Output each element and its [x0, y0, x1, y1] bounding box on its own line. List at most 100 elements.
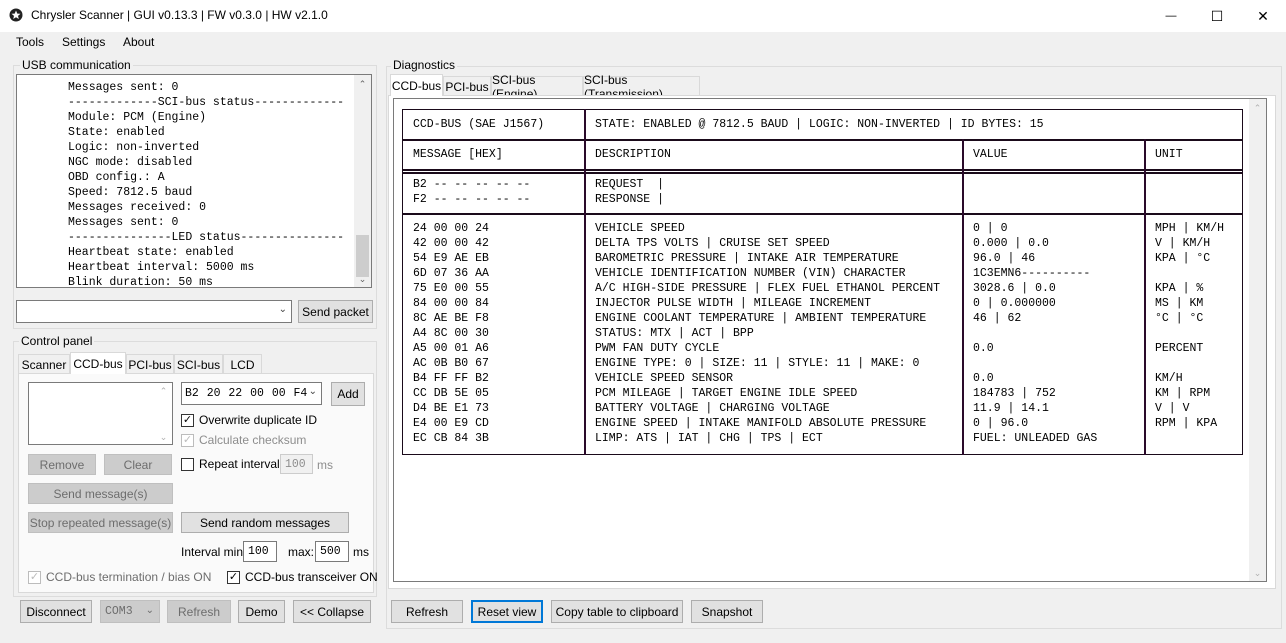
send-random-button[interactable]: Send random messages [181, 512, 349, 533]
scroll-up-icon[interactable]: ⌃ [155, 386, 172, 397]
interval-max-label: max: [288, 545, 315, 559]
tab-diag-ccd-bus[interactable]: CCD-bus [390, 74, 443, 96]
scroll-down-icon[interactable]: ⌄ [354, 274, 371, 285]
tab-sci-bus[interactable]: SCI-bus [174, 354, 223, 374]
table-row-message: 42 00 00 42 [413, 237, 489, 250]
calculate-checksum-row: ✓ Calculate checksum [181, 433, 306, 447]
stop-repeated-button[interactable]: Stop repeated message(s) [28, 512, 173, 533]
send-messages-button[interactable]: Send message(s) [28, 483, 173, 504]
usb-log-scrollbar[interactable]: ⌃ ⌄ [354, 75, 371, 287]
table-row-description: A/C HIGH-SIDE PRESSURE | FLEX FUEL ETHAN… [595, 282, 941, 295]
termination-label: CCD-bus termination / bias ON [46, 570, 212, 584]
calculate-checksum-checkbox[interactable]: ✓ [181, 433, 194, 447]
tab-lcd[interactable]: LCD [223, 354, 262, 374]
message-combo[interactable]: B2 20 22 00 00 F4 ⌄ [181, 382, 322, 405]
com-port-combo[interactable]: COM3 ⌄ [100, 600, 160, 623]
tab-ccd-bus[interactable]: CCD-bus [70, 352, 126, 374]
log-line: OBD config.: A [68, 171, 165, 184]
repeat-interval-checkbox[interactable] [181, 457, 194, 471]
tab-scanner[interactable]: Scanner [18, 354, 70, 374]
table-row-value: 0.0 [973, 372, 994, 385]
table-row-unit: V | KM/H [1155, 237, 1211, 250]
table-row-message: 6D 07 36 AA [413, 267, 489, 280]
packet-input-combo[interactable]: ⌄ [16, 300, 292, 323]
table-row-unit: KM | RPM [1155, 387, 1211, 400]
log-line: Blink duration: 50 ms [68, 276, 213, 288]
diagnostics-scrollbar[interactable]: ⌃ ⌄ [1249, 99, 1266, 581]
log-line: NGC mode: disabled [68, 156, 193, 169]
calculate-checksum-label: Calculate checksum [199, 433, 307, 447]
menu-about[interactable]: About [123, 35, 154, 49]
table-row-value: 96.0 | 46 [973, 252, 1036, 265]
table-row-unit: KM/H [1155, 372, 1183, 385]
table-row-unit: °C | °C [1155, 312, 1204, 325]
table-row-value: FUEL: UNLEADED GAS [973, 432, 1098, 445]
menu-bar [0, 32, 1286, 54]
maximize-button[interactable]: ☐ [1194, 0, 1240, 32]
interval-min-input[interactable]: 100 [243, 541, 277, 562]
collapse-button[interactable]: << Collapse [293, 600, 371, 623]
table-divider [962, 139, 964, 455]
menu-settings[interactable]: Settings [62, 35, 105, 49]
scrollbar-thumb[interactable] [356, 235, 369, 277]
table-row-unit: RPM | KPA [1155, 417, 1218, 430]
table-row-unit: PERCENT [1155, 342, 1204, 355]
com-port-value: COM3 [105, 605, 133, 618]
table-row-value: 0.0 [973, 342, 994, 355]
chevron-down-icon: ⌄ [145, 605, 154, 616]
diagnostics-table-view[interactable]: CCD-BUS (SAE J1567) STATE: ENABLED @ 781… [393, 98, 1267, 582]
termination-checkbox[interactable]: ✓ [28, 570, 41, 584]
diag-refresh-button[interactable]: Refresh [391, 600, 463, 623]
repeat-interval-row: Repeat interval: [181, 457, 283, 471]
table-row-value: 11.9 | 14.1 [973, 402, 1049, 415]
bus-state: STATE: ENABLED @ 7812.5 BAUD | LOGIC: NO… [595, 118, 1044, 131]
tab-diag-sci-transmission[interactable]: SCI-bus (Transmission) [583, 73, 700, 101]
snapshot-button[interactable]: Snapshot [691, 600, 763, 623]
header-value: VALUE [973, 148, 1008, 161]
table-row-value: 184783 | 752 [973, 387, 1056, 400]
request-row-message: F2 -- -- -- -- -- [413, 193, 531, 206]
control-panel-label: Control panel [19, 334, 95, 348]
message-list[interactable]: ⌃ ⌄ [28, 382, 173, 445]
repeat-interval-input[interactable]: 100 [280, 454, 313, 474]
scroll-up-icon[interactable]: ⌃ [1249, 103, 1266, 114]
table-row-description: PCM MILEAGE | TARGET ENGINE IDLE SPEED [595, 387, 858, 400]
tab-pci-bus[interactable]: PCI-bus [126, 354, 174, 374]
table-row-message: 24 00 00 24 [413, 222, 489, 235]
table-divider [402, 172, 1243, 174]
log-line: Speed: 7812.5 baud [68, 186, 193, 199]
scroll-up-icon[interactable]: ⌃ [354, 79, 371, 90]
scroll-down-icon[interactable]: ⌄ [1249, 568, 1266, 579]
demo-button[interactable]: Demo [238, 600, 285, 623]
refresh-port-button[interactable]: Refresh [167, 600, 231, 623]
transceiver-label: CCD-bus transceiver ON [245, 570, 378, 584]
disconnect-button[interactable]: Disconnect [20, 600, 92, 623]
minimize-button[interactable]: — [1148, 0, 1194, 32]
send-packet-button[interactable]: Send packet [298, 300, 373, 323]
close-button[interactable]: ✕ [1240, 0, 1286, 32]
menu-tools[interactable]: Tools [16, 35, 44, 49]
bus-name: CCD-BUS (SAE J1567) [413, 118, 545, 131]
table-divider [402, 139, 1243, 141]
clear-button[interactable]: Clear [104, 454, 172, 475]
table-row-value: 0 | 96.0 [973, 417, 1029, 430]
tab-diag-sci-engine[interactable]: SCI-bus (Engine) [491, 73, 583, 101]
interval-unit: ms [353, 545, 369, 559]
reset-view-button[interactable]: Reset view [471, 600, 543, 623]
overwrite-duplicate-checkbox[interactable]: ✓ [181, 413, 194, 427]
add-button[interactable]: Add [331, 382, 365, 406]
table-row-message: AC 0B B0 67 [413, 357, 489, 370]
tab-diag-pci-bus[interactable]: PCI-bus [443, 76, 491, 96]
usb-log-textbox[interactable]: Messages sent: 0 -------------SCI-bus sta… [16, 74, 372, 288]
log-line: Heartbeat state: enabled [68, 246, 234, 259]
scroll-down-icon[interactable]: ⌄ [155, 432, 172, 443]
repeat-interval-unit: ms [317, 458, 333, 472]
table-row-description: LIMP: ATS | IAT | CHG | TPS | ECT [595, 432, 823, 445]
remove-button[interactable]: Remove [28, 454, 96, 475]
table-row-description: ENGINE COOLANT TEMPERATURE | AMBIENT TEM… [595, 312, 927, 325]
table-row-value: 3028.6 | 0.0 [973, 282, 1056, 295]
copy-table-button[interactable]: Copy table to clipboard [551, 600, 683, 623]
table-row-description: PWM FAN DUTY CYCLE [595, 342, 720, 355]
transceiver-checkbox[interactable]: ✓ [227, 570, 240, 584]
interval-max-input[interactable]: 500 [315, 541, 349, 562]
